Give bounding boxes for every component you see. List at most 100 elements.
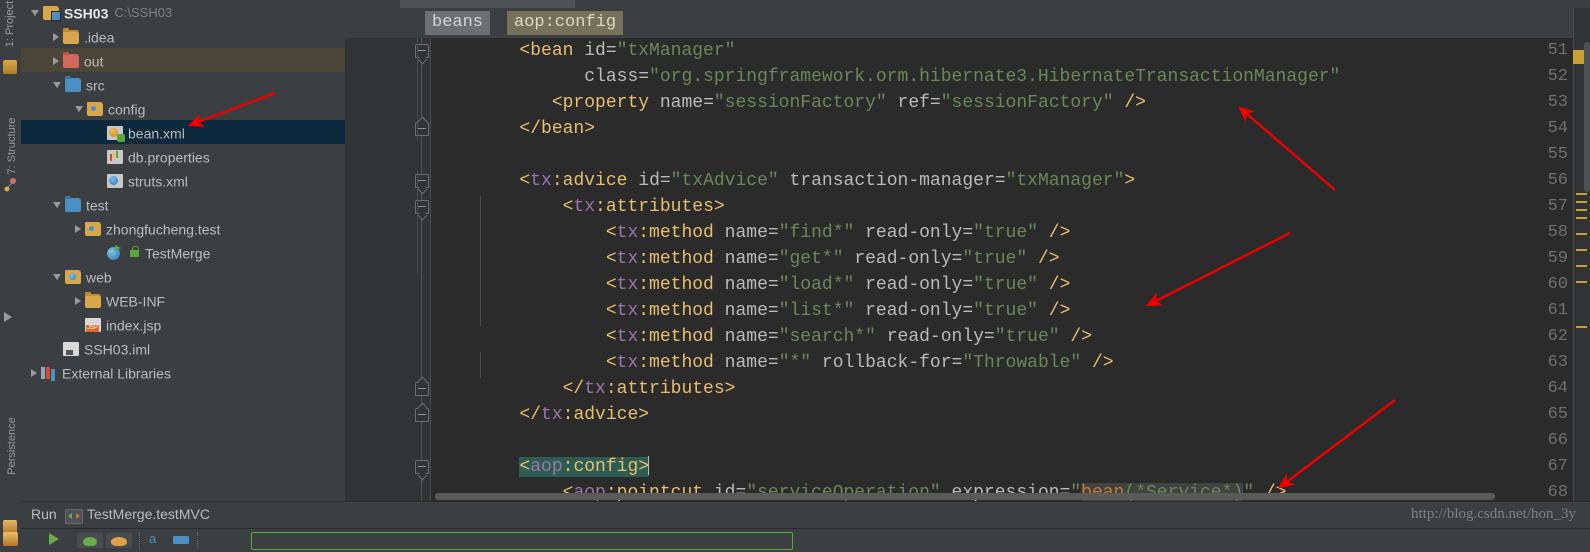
tool-window-button-project[interactable]: 1: Project [4,0,16,54]
vertical-scrollbar-thumb[interactable] [1584,42,1590,192]
run-toolbar[interactable]: a [21,528,1590,552]
tree-item-out[interactable]: out [21,48,345,72]
breadcrumb-item-beans[interactable]: beans [425,11,491,35]
code-token: </ [519,405,542,425]
code-line[interactable]: <tx:method name="get*" read-only="true" … [433,246,1590,272]
code-token: :attributes> [595,197,725,217]
chevron-down-icon[interactable] [31,10,39,17]
rerun-icon[interactable] [49,533,59,545]
code-token: tx [616,223,639,243]
code-text[interactable]: <bean id="txManager" class="org.springfr… [433,38,1590,501]
chevron-down-icon[interactable] [53,82,61,89]
chevron-right-icon[interactable] [53,33,59,42]
warning-mark[interactable] [1576,281,1587,283]
bottom-tool-icon[interactable] [3,532,18,546]
tree-item-ssh03-iml[interactable]: SSH03.iml [21,336,345,360]
code-token: "sessionFactory" [713,93,887,113]
fold-end-icon[interactable] [415,408,429,422]
tree-item-config[interactable]: config [21,96,345,120]
chevron-down-icon[interactable] [53,274,61,281]
code-line[interactable]: <bean id="txManager" [433,38,1590,64]
tree-item-external-libraries[interactable]: External Libraries [21,360,345,384]
code-line[interactable]: <tx:method name="list*" read-only="true"… [433,298,1590,324]
warning-mark[interactable] [1576,326,1587,328]
code-line[interactable]: <tx:method name="find*" read-only="true"… [433,220,1590,246]
tree-item-testmerge[interactable]: TestMerge [21,240,345,264]
code-token: </bean> [519,119,596,139]
fold-end-icon[interactable] [415,382,429,396]
warning-mark[interactable] [1576,193,1587,195]
tree-item-web-inf[interactable]: WEB-INF [21,288,345,312]
code-line[interactable]: <tx:method name="load*" read-only="true"… [433,272,1590,298]
editor-area[interactable]: beans aop:config 51 52 53 54 55 56 57 58 59 60 61 6… [345,0,1590,501]
gutter-separator [430,38,431,501]
code-line[interactable]: <tx:method name="search*" read-only="tru… [433,324,1590,350]
tree-item-db-properties[interactable]: db.properties [21,144,345,168]
code-line[interactable]: <property name="sessionFactory" ref="ses… [433,90,1590,116]
tree-item-bean-xml[interactable]: bean.xml [21,120,345,144]
horizontal-scrollbar[interactable] [435,493,1495,500]
chevron-right-icon[interactable] [75,225,81,234]
code-line[interactable]: </tx:advice> [433,402,1590,428]
code-line[interactable]: <tx:attributes> [433,194,1590,220]
breadcrumb[interactable]: beans aop:config [345,8,1590,38]
code-line[interactable] [433,142,1590,168]
editor-tab-bar[interactable] [345,0,1590,10]
code-line[interactable]: </tx:attributes> [433,376,1590,402]
code-token: :config> [562,457,650,477]
run-tool-window-header[interactable]: Run TestMerge.testMVC http://blog.csdn.n… [21,501,1590,529]
xml-file-icon [107,126,125,143]
chevron-down-icon[interactable] [53,202,61,209]
fold-collapse-icon[interactable] [415,460,429,474]
tree-item-index-jsp[interactable]: index.jsp [21,312,345,336]
code-line[interactable] [433,428,1590,454]
breadcrumb-item-aop-config[interactable]: aop:config [507,11,624,35]
code-line[interactable]: <tx:advice id="txAdvice" transaction-man… [433,168,1590,194]
code-token: aop [530,457,563,477]
tree-item-label: struts.xml [128,173,188,190]
expand-all-icon[interactable] [173,536,189,544]
show-passed-tests-icon[interactable] [77,533,103,548]
warning-mark[interactable] [1576,265,1587,267]
line-number-gutter[interactable] [345,38,431,501]
chevron-right-icon[interactable] [53,57,59,66]
code-line[interactable]: class="org.springframework.orm.hibernate… [433,64,1590,90]
tool-window-button-structure[interactable]: 7: Structure [6,115,18,177]
chevron-right-icon[interactable] [75,297,81,306]
tree-item-zhongfucheng-test[interactable]: zhongfucheng.test [21,216,345,240]
tree-item-label: web [86,269,112,286]
code-token: :attributes> [605,379,736,399]
warning-mark[interactable] [1576,233,1587,235]
chevron-down-icon[interactable] [75,106,83,113]
sort-alphabetically-icon[interactable]: a [149,531,156,546]
tool-window-button-persistence[interactable]: Persistence [6,410,18,482]
show-ignored-tests-icon[interactable] [106,533,132,548]
tree-item-test[interactable]: test [21,192,345,216]
run-configuration-name[interactable]: TestMerge.testMVC [87,506,210,522]
code-line[interactable]: <aop:config> [433,454,1590,480]
code-line[interactable]: </bean> [433,116,1590,142]
code-line[interactable]: <tx:method name="*" rollback-for="Throwa… [433,350,1590,376]
code-token: tx [584,379,606,399]
warning-mark[interactable] [1576,209,1587,211]
project-tool-window[interactable]: SSH03 C:\SSH03 .idea out src config bean.xml db… [21,0,346,501]
tree-item-ssh03[interactable]: SSH03 C:\SSH03 [21,0,345,24]
code-token: :method [638,249,725,269]
warning-mark[interactable] [1576,249,1587,251]
tree-item--idea[interactable]: .idea [21,24,345,48]
code-token: tx [616,301,639,321]
project-root-icon [43,6,61,22]
tree-item-struts-xml[interactable]: struts.xml [21,168,345,192]
tree-item-src[interactable]: src [21,72,345,96]
warning-mark[interactable] [1576,201,1587,203]
warning-mark[interactable] [1576,217,1587,219]
code-token: :method [638,301,725,321]
chevron-right-icon[interactable] [31,369,37,378]
test-progress-bar [251,532,793,550]
code-token: "true" [973,301,1038,321]
tree-item-web[interactable]: web [21,264,345,288]
code-token: transaction-manager= [789,171,1006,191]
